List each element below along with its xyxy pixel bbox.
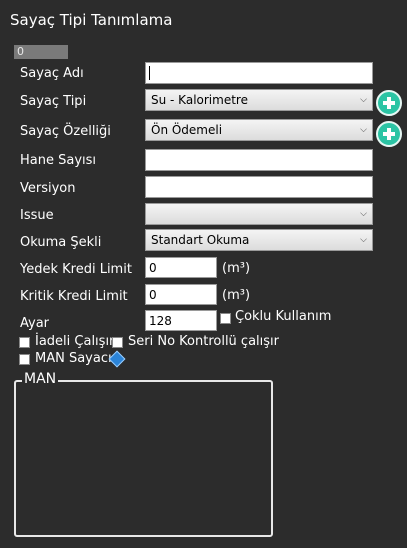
man-group-title: MAN xyxy=(22,371,59,387)
seri-no-kontrollu-label: Seri No Kontrollü çalışır xyxy=(128,334,279,349)
sayac-tipi-label: Sayaç Tipi xyxy=(20,94,87,109)
add-sayac-tipi-button[interactable] xyxy=(376,90,402,116)
sayac-tipi-value: Su - Kalorimetre xyxy=(151,93,248,107)
ayar-input[interactable]: 128 xyxy=(145,310,217,331)
okuma-sekli-label: Okuma Şekli xyxy=(20,235,102,250)
okuma-sekli-value: Standart Okuma xyxy=(151,233,250,247)
iadeli-calisir-checkbox[interactable] xyxy=(19,337,30,348)
kritik-kredi-label: Kritik Kredi Limit xyxy=(20,289,128,304)
kritik-kredi-unit: (m³) xyxy=(222,288,251,303)
versiyon-input[interactable] xyxy=(145,176,373,198)
okuma-sekli-select[interactable]: Standart Okuma ⌵ xyxy=(145,229,373,251)
chevron-down-icon: ⌵ xyxy=(360,125,367,135)
sayac-tipi-select[interactable]: Su - Kalorimetre ⌵ xyxy=(145,89,373,111)
man-sayaci-checkbox[interactable] xyxy=(19,354,30,365)
issue-label: Issue xyxy=(20,208,54,223)
coklu-kullanim-checkbox[interactable] xyxy=(220,313,231,324)
man-groupbox xyxy=(14,380,273,537)
sayac-adi-label: Sayaç Adı xyxy=(20,66,84,81)
chevron-down-icon: ⌵ xyxy=(360,235,367,245)
add-sayac-ozelligi-button[interactable] xyxy=(376,121,402,147)
yedek-kredi-label: Yedek Kredi Limit xyxy=(20,262,132,277)
iadeli-calisir-label: İadeli Çalışır xyxy=(35,334,115,349)
seri-no-kontrollu-checkbox[interactable] xyxy=(112,337,123,348)
chevron-down-icon: ⌵ xyxy=(360,95,367,105)
coklu-kullanim-label: Çoklu Kullanım xyxy=(235,309,332,324)
kritik-kredi-input[interactable]: 0 xyxy=(145,284,217,305)
man-sayaci-label: MAN Sayacı xyxy=(35,351,112,366)
issue-select[interactable]: ⌵ xyxy=(145,203,373,225)
versiyon-label: Versiyon xyxy=(20,181,76,196)
yedek-kredi-unit: (m³) xyxy=(222,261,251,276)
sayac-ozelligi-value: Ön Ödemeli xyxy=(151,123,223,137)
hane-sayisi-input[interactable] xyxy=(145,149,373,171)
hane-sayisi-label: Hane Sayısı xyxy=(20,153,97,168)
ayar-label: Ayar xyxy=(20,316,50,331)
sayac-ozelligi-select[interactable]: Ön Ödemeli ⌵ xyxy=(145,119,373,141)
sayac-ozelligi-label: Sayaç Özelliği xyxy=(20,124,111,139)
id-field: 0 xyxy=(14,45,68,59)
yedek-kredi-input[interactable]: 0 xyxy=(145,257,217,278)
text-caret xyxy=(149,66,150,80)
window-title: Sayaç Tipi Tanımlama xyxy=(10,11,173,29)
chevron-down-icon: ⌵ xyxy=(360,209,367,219)
sayac-adi-input[interactable] xyxy=(145,62,373,84)
